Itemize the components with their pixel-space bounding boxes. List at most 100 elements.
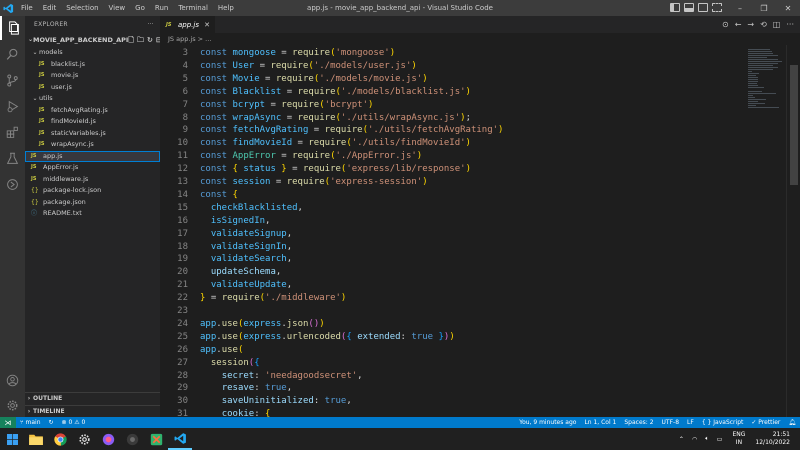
menu-go[interactable]: Go <box>130 0 150 16</box>
line-number: 31 <box>177 409 188 417</box>
windows-start-icon[interactable] <box>0 428 24 450</box>
wifi-icon[interactable]: ◠ <box>692 436 697 443</box>
refresh-icon[interactable]: ↻ <box>147 33 153 47</box>
maximize-button[interactable]: ❐ <box>752 0 776 16</box>
split-editor-icon[interactable]: ◫ <box>773 20 781 29</box>
branch-indicator[interactable]: ⑂ main <box>16 419 45 426</box>
prettier-status[interactable]: ✓ Prettier <box>747 419 784 426</box>
remote-explorer-icon[interactable] <box>0 172 25 196</box>
tree-file[interactable]: JS fetchAvgRating.js <box>25 105 160 117</box>
minimap-line <box>748 95 753 96</box>
menu-file[interactable]: File <box>16 0 38 16</box>
new-folder-icon[interactable]: 🗀 <box>137 33 144 47</box>
tree-file[interactable]: ⓘ README.txt <box>25 208 160 220</box>
battery-icon[interactable]: ▭ <box>717 436 723 443</box>
tree-file[interactable]: {} package-lock.json <box>25 185 160 197</box>
close-button[interactable]: ✕ <box>776 0 800 16</box>
code-line: 22} = require('./middleware') <box>160 292 780 305</box>
tab-app-js[interactable]: JS app.js ✕ <box>160 16 215 33</box>
tree-file[interactable]: JS findMovieId.js <box>25 116 160 128</box>
file-explorer-taskbar-icon[interactable] <box>24 428 48 450</box>
testing-icon[interactable] <box>0 146 25 170</box>
minimap-line <box>748 59 778 60</box>
toggle-primary-sidebar-icon[interactable] <box>670 3 680 12</box>
settings-gear-taskbar-icon[interactable] <box>72 428 96 450</box>
line-code: const { <box>200 189 238 200</box>
tree-file[interactable]: JS movie.js <box>25 70 160 82</box>
open-changes-icon[interactable]: ⟲ <box>760 20 767 29</box>
tree-file[interactable]: JS staticVariables.js <box>25 128 160 140</box>
git-blame[interactable]: You, 9 minutes ago <box>515 419 580 426</box>
search-icon[interactable] <box>0 42 25 66</box>
customize-layout-icon[interactable] <box>712 3 722 12</box>
menu-help[interactable]: Help <box>213 0 239 16</box>
tree-item-label: AppError.js <box>43 163 79 171</box>
encoding[interactable]: UTF-8 <box>658 419 684 426</box>
end-of-line[interactable]: LF <box>683 419 698 426</box>
code-editor[interactable]: 3 const mongoose = require('mongoose') 4 co… <box>160 45 800 417</box>
line-number: 18 <box>177 241 188 252</box>
tree-file[interactable]: JS user.js <box>25 82 160 94</box>
extensions-icon[interactable] <box>0 120 25 144</box>
show-hidden-icons-icon[interactable]: ⌃ <box>679 436 684 443</box>
indentation[interactable]: Spaces: 2 <box>620 419 657 426</box>
tree-file[interactable]: JS wrapAsync.js <box>25 139 160 151</box>
scrollbar-thumb[interactable] <box>790 65 798 185</box>
tree-item-label: blacklist.js <box>51 59 86 68</box>
minimap-line <box>748 97 755 98</box>
problems-indicator[interactable]: ⊗ 0 ⚠ 0 <box>58 419 90 426</box>
run-debug-icon[interactable] <box>0 94 25 118</box>
more-actions-icon[interactable]: ··· <box>786 20 794 29</box>
input-language[interactable]: ENG IN <box>732 431 745 447</box>
chrome-taskbar-icon[interactable] <box>48 428 72 450</box>
volume-icon[interactable]: 🔈︎ <box>705 435 709 443</box>
tree-file[interactable]: JS blacklist.js <box>25 59 160 71</box>
clock[interactable]: 21:51 12/10/2022 <box>755 431 790 447</box>
new-file-icon[interactable]: 🗋 <box>128 33 134 47</box>
code-line: 20 updateSchema, <box>160 266 780 279</box>
outline-section[interactable]: › OUTLINE <box>25 392 160 404</box>
manage-gear-icon[interactable] <box>0 393 25 417</box>
breadcrumb[interactable]: JS app.js > ... <box>160 33 800 45</box>
timeline-section[interactable]: › TIMELINE <box>25 405 160 417</box>
menu-run[interactable]: Run <box>150 0 173 16</box>
tree-folder[interactable]: ⌄ utils <box>25 93 160 105</box>
tree-file[interactable]: JS AppError.js <box>25 162 160 174</box>
git-client-taskbar-icon[interactable] <box>144 428 168 450</box>
notifications-bell-icon[interactable]: 🔔︎ <box>784 419 800 426</box>
editor-actions: ⊙ ← → ⟲ ◫ ··· <box>722 20 794 29</box>
menu-edit[interactable]: Edit <box>38 0 62 16</box>
language-mode[interactable]: { } JavaScript <box>698 419 748 426</box>
line-code: validateSignIn, <box>210 241 293 252</box>
minimap[interactable] <box>746 45 786 417</box>
explorer-header: EXPLORER ··· <box>25 16 160 33</box>
tab-close-icon[interactable]: ✕ <box>204 21 210 29</box>
source-control-diff-icon[interactable]: ⊙ <box>722 20 729 29</box>
go-back-icon[interactable]: ← <box>735 20 742 29</box>
menu-selection[interactable]: Selection <box>61 0 103 16</box>
app-taskbar-icon[interactable] <box>96 428 120 450</box>
explorer-icon[interactable] <box>0 16 25 40</box>
tree-folder[interactable]: ⌄ models <box>25 47 160 59</box>
menu-terminal[interactable]: Terminal <box>173 0 213 16</box>
cursor-position[interactable]: Ln 1, Col 1 <box>580 419 620 426</box>
vscode-logo-icon[interactable] <box>0 0 16 16</box>
tree-file[interactable]: JS middleware.js <box>25 174 160 186</box>
sync-icon[interactable]: ↻ <box>45 419 58 426</box>
remote-indicator-icon[interactable]: ⋊ <box>0 417 16 428</box>
toggle-secondary-sidebar-icon[interactable] <box>698 3 708 12</box>
explorer-more-actions-icon[interactable]: ··· <box>147 16 154 33</box>
source-control-icon[interactable] <box>0 68 25 92</box>
dark-app-taskbar-icon[interactable] <box>120 428 144 450</box>
menu-view[interactable]: View <box>104 0 131 16</box>
minimize-button[interactable]: – <box>728 0 752 16</box>
editor-scrollbar[interactable] <box>786 45 800 417</box>
vscode-taskbar-icon[interactable] <box>168 428 192 450</box>
go-forward-icon[interactable]: → <box>747 20 754 29</box>
workspace-root[interactable]: ⌄ MOVIE_APP_BACKEND_API 🗋 🗀 ↻ ⊟ <box>25 33 162 47</box>
tree-file[interactable]: {} package.json <box>25 197 160 209</box>
tree-file[interactable]: JS app.js <box>25 150 160 162</box>
accounts-icon[interactable] <box>0 368 25 392</box>
toggle-panel-icon[interactable] <box>684 3 694 12</box>
tree-item-label: middleware.js <box>43 174 89 183</box>
